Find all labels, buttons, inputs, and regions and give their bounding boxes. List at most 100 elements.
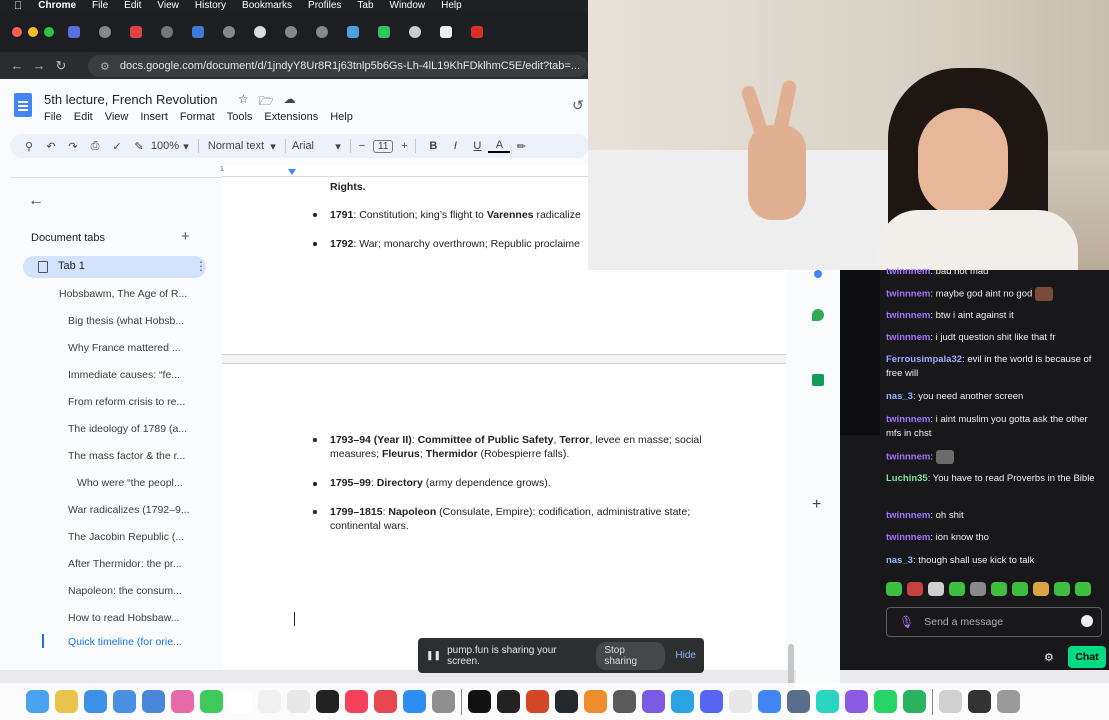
chevron-down-icon[interactable]: ▾ bbox=[332, 140, 344, 153]
site-info-icon[interactable]: ⚙ bbox=[100, 60, 110, 73]
news-icon[interactable] bbox=[374, 690, 397, 713]
chat-username[interactable]: twinnnem bbox=[886, 510, 930, 521]
emoji-picker-icon[interactable] bbox=[1081, 615, 1093, 627]
bold-button[interactable]: B bbox=[422, 140, 444, 152]
add-tab-icon[interactable]: + bbox=[181, 228, 190, 245]
microphone-icon[interactable]: 🎙 bbox=[899, 615, 914, 629]
emote-icon[interactable] bbox=[1054, 582, 1070, 596]
paint-format-icon[interactable]: ✎ bbox=[128, 140, 150, 153]
menu-file[interactable]: File bbox=[92, 0, 108, 12]
chat-username[interactable]: twinnnem bbox=[886, 332, 930, 343]
outline-heading[interactable]: Hobsbawm, The Age of R... bbox=[59, 288, 187, 300]
back-icon[interactable]: ← bbox=[6, 58, 28, 73]
discord-icon[interactable] bbox=[700, 690, 723, 713]
tab-favicon-icon[interactable] bbox=[99, 26, 111, 38]
tab-favicon-icon[interactable] bbox=[254, 26, 266, 38]
gmail-tab-icon[interactable] bbox=[130, 26, 142, 38]
chat-username[interactable]: twinnnem bbox=[886, 266, 930, 277]
emote-icon[interactable] bbox=[1012, 582, 1028, 596]
terminal-icon[interactable] bbox=[497, 690, 520, 713]
chevron-down-icon[interactable]: ▾ bbox=[180, 140, 192, 153]
docs-menu-view[interactable]: View bbox=[105, 111, 129, 123]
chat-send-button[interactable]: Chat bbox=[1068, 646, 1106, 668]
notes-icon[interactable] bbox=[258, 690, 281, 713]
stop-sharing-button[interactable]: Stop sharing bbox=[596, 641, 666, 670]
spellcheck-icon[interactable]: ✓ bbox=[106, 140, 128, 153]
chat-username[interactable]: twinnnem bbox=[886, 414, 930, 425]
calendar-icon[interactable] bbox=[229, 690, 252, 713]
sheets-icon[interactable] bbox=[812, 374, 824, 386]
outline-heading[interactable]: From reform crisis to re... bbox=[68, 396, 185, 408]
menu-help[interactable]: Help bbox=[441, 0, 462, 12]
music-icon[interactable] bbox=[345, 690, 368, 713]
chat-settings-icon[interactable]: ⚙ bbox=[1044, 651, 1054, 664]
emote-icon[interactable] bbox=[886, 582, 902, 596]
font-size-input[interactable]: 11 bbox=[373, 139, 394, 153]
mail-icon[interactable] bbox=[113, 690, 136, 713]
outline-heading[interactable]: Napoleon: the consum... bbox=[68, 585, 182, 597]
underline-button[interactable]: U bbox=[466, 140, 488, 152]
maps-icon[interactable] bbox=[812, 309, 824, 321]
telegram-icon[interactable] bbox=[671, 690, 694, 713]
tab-favicon-icon[interactable] bbox=[471, 26, 483, 38]
photos-icon[interactable] bbox=[171, 690, 194, 713]
document-title[interactable]: 5th lecture, French Revolution bbox=[44, 92, 217, 107]
downloads-icon[interactable] bbox=[968, 690, 991, 713]
minimize-window-icon[interactable] bbox=[28, 27, 38, 37]
chat-username[interactable]: twinnnem bbox=[886, 532, 930, 543]
emote-icon[interactable] bbox=[907, 582, 923, 596]
trash-icon[interactable] bbox=[997, 690, 1020, 713]
docs-menu-tools[interactable]: Tools bbox=[227, 111, 253, 123]
chat-username[interactable]: twinnnem bbox=[886, 289, 930, 300]
font-select[interactable]: Arial bbox=[292, 140, 332, 152]
outline-heading[interactable]: Why France mattered ... bbox=[68, 342, 181, 354]
forward-icon[interactable]: → bbox=[28, 58, 50, 73]
app-icon[interactable] bbox=[903, 690, 926, 713]
outline-heading[interactable]: The ideology of 1789 (a... bbox=[68, 423, 187, 435]
reload-icon[interactable]: ↻ bbox=[50, 58, 72, 74]
tab-1[interactable]: Tab 1 ⋮ bbox=[23, 256, 207, 278]
cursor-app-icon[interactable] bbox=[468, 690, 491, 713]
emote-icon[interactable] bbox=[1033, 582, 1049, 596]
books-icon[interactable] bbox=[584, 690, 607, 713]
app-icon[interactable] bbox=[845, 690, 868, 713]
outline-heading[interactable]: How to read Hobsbaw... bbox=[68, 612, 179, 624]
increase-font-size-button[interactable]: + bbox=[399, 140, 409, 152]
tab-favicon-icon[interactable] bbox=[409, 26, 421, 38]
docs-menu-extensions[interactable]: Extensions bbox=[264, 111, 318, 123]
powerpoint-icon[interactable] bbox=[526, 690, 549, 713]
x-tab-icon[interactable] bbox=[440, 26, 452, 38]
tab-favicon-icon[interactable] bbox=[285, 26, 297, 38]
menu-chrome[interactable]: Chrome bbox=[38, 0, 76, 12]
decrease-font-size-button[interactable]: − bbox=[357, 140, 367, 152]
chevron-down-icon[interactable]: ▾ bbox=[267, 140, 279, 153]
vertical-scrollbar[interactable] bbox=[788, 644, 794, 688]
app-icon[interactable] bbox=[816, 690, 839, 713]
help-icon[interactable] bbox=[939, 690, 962, 713]
facetime-icon[interactable] bbox=[200, 690, 223, 713]
apple-icon[interactable]:  bbox=[14, 0, 22, 12]
outline-heading[interactable]: After Thermidor: the pr... bbox=[68, 558, 182, 570]
tab-favicon-icon[interactable] bbox=[192, 26, 204, 38]
tab-favicon-icon[interactable] bbox=[68, 26, 80, 38]
more-options-icon[interactable]: ⋮ bbox=[195, 259, 207, 273]
launchpad-icon[interactable] bbox=[55, 690, 78, 713]
italic-button[interactable]: I bbox=[444, 140, 466, 152]
settings-icon[interactable] bbox=[432, 690, 455, 713]
chat-username[interactable]: twinnnem bbox=[886, 452, 930, 463]
reminders-icon[interactable] bbox=[287, 690, 310, 713]
indent-marker-icon[interactable] bbox=[288, 169, 296, 175]
github-icon[interactable] bbox=[555, 690, 578, 713]
back-arrow-icon[interactable]: ← bbox=[28, 192, 44, 210]
chat-username[interactable]: Luchin35 bbox=[886, 473, 928, 484]
emote-icon[interactable] bbox=[991, 582, 1007, 596]
menu-history[interactable]: History bbox=[195, 0, 226, 12]
textedit-icon[interactable] bbox=[729, 690, 752, 713]
tab-favicon-icon[interactable] bbox=[347, 26, 359, 38]
menu-profiles[interactable]: Profiles bbox=[308, 0, 341, 12]
app-icon[interactable] bbox=[613, 690, 636, 713]
highlight-pen-icon[interactable]: ✏ bbox=[510, 140, 532, 153]
chrome-icon[interactable] bbox=[758, 690, 781, 713]
chat-username[interactable]: twinnnem bbox=[886, 310, 930, 321]
kick-tab-icon[interactable] bbox=[378, 26, 390, 38]
